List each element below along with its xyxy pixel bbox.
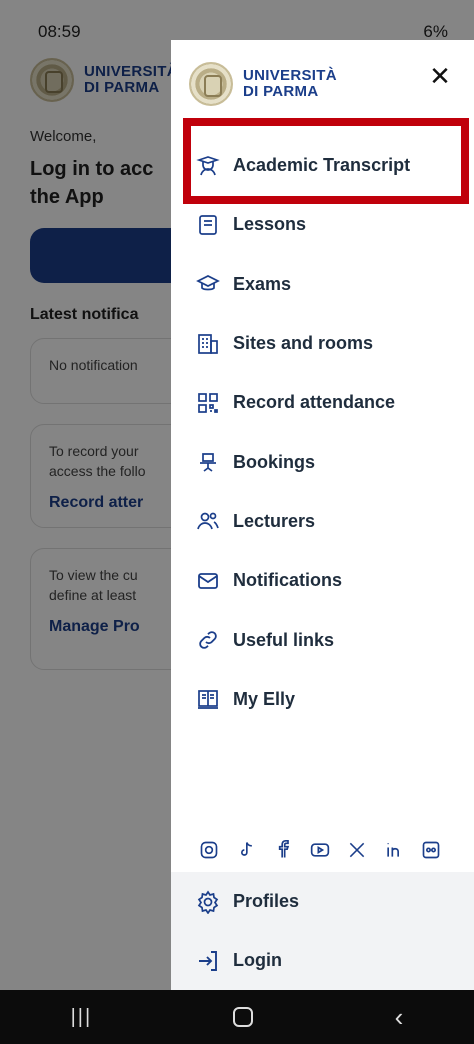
system-nav-bar: ||| ‹ <box>0 990 474 1044</box>
menu-label: Bookings <box>233 451 316 472</box>
menu-item-profiles[interactable]: Profiles <box>171 872 474 931</box>
social-links <box>199 840 441 860</box>
menu-label: Record attendance <box>233 392 396 413</box>
menu-item-exams[interactable]: Exams <box>171 255 474 314</box>
drawer-header: UNIVERSITÀ DI PARMA ✕ <box>171 40 474 118</box>
link-icon <box>195 627 221 653</box>
logo-line1: UNIVERSITÀ <box>243 67 337 84</box>
close-button[interactable]: ✕ <box>426 62 454 90</box>
menu-item-useful-links[interactable]: Useful links <box>171 610 474 669</box>
menu-label: Login <box>233 950 282 970</box>
back-icon[interactable]: ‹ <box>395 1002 404 1033</box>
flickr-icon[interactable] <box>421 840 441 860</box>
menu-item-bookings[interactable]: Bookings <box>171 432 474 491</box>
people-icon <box>195 508 221 534</box>
tiktok-icon[interactable] <box>236 840 256 860</box>
menu-item-login[interactable]: Login <box>171 931 474 990</box>
menu-label: Lessons <box>233 214 307 235</box>
x-icon[interactable] <box>347 840 367 860</box>
clock: 08:59 <box>38 22 81 41</box>
menu-item-record-attendance[interactable]: Record attendance <box>171 373 474 432</box>
navigation-drawer: UNIVERSITÀ DI PARMA ✕ Academic Transcrip… <box>171 40 474 990</box>
desk-chair-icon <box>195 449 221 475</box>
seal-icon <box>189 62 233 106</box>
linkedin-icon[interactable] <box>384 840 404 860</box>
menu-label: My Elly <box>233 688 296 709</box>
menu-label: Exams <box>233 273 292 294</box>
building-icon <box>195 331 221 357</box>
menu-item-notifications[interactable]: Notifications <box>171 551 474 610</box>
menu-item-sites-and-rooms[interactable]: Sites and rooms <box>171 314 474 373</box>
recents-icon[interactable]: ||| <box>71 1006 93 1029</box>
menu-item-academic-transcript[interactable]: Academic Transcript <box>171 136 474 195</box>
youtube-icon[interactable] <box>310 840 330 860</box>
graduate-icon <box>195 153 221 179</box>
menu-label: Academic Transcript <box>233 155 411 176</box>
drawer-footer: Profiles Login <box>171 872 474 990</box>
menu-label: Sites and rooms <box>233 333 374 354</box>
battery-level: 6% <box>423 22 448 41</box>
menu-item-my-elly[interactable]: My Elly <box>171 670 474 729</box>
gear-icon <box>195 889 221 915</box>
home-icon[interactable] <box>233 1007 254 1027</box>
logo-line2: DI PARMA <box>243 83 319 100</box>
book-icon <box>195 212 221 238</box>
menu-label: Lecturers <box>233 510 316 531</box>
qr-code-icon <box>195 390 221 416</box>
instagram-icon[interactable] <box>199 840 219 860</box>
menu-item-lecturers[interactable]: Lecturers <box>171 492 474 551</box>
menu-label: Useful links <box>233 629 335 650</box>
university-logo: UNIVERSITÀ DI PARMA <box>189 62 337 106</box>
mail-icon <box>195 568 221 594</box>
menu-label: Profiles <box>233 891 300 911</box>
menu-item-lessons[interactable]: Lessons <box>171 195 474 254</box>
elly-book-icon <box>195 686 221 712</box>
mortarboard-icon <box>195 271 221 297</box>
login-arrow-icon <box>195 948 221 974</box>
facebook-icon[interactable] <box>273 840 293 860</box>
drawer-menu: Academic Transcript Lessons Exams Sites … <box>171 136 474 729</box>
menu-label: Notifications <box>233 570 343 591</box>
